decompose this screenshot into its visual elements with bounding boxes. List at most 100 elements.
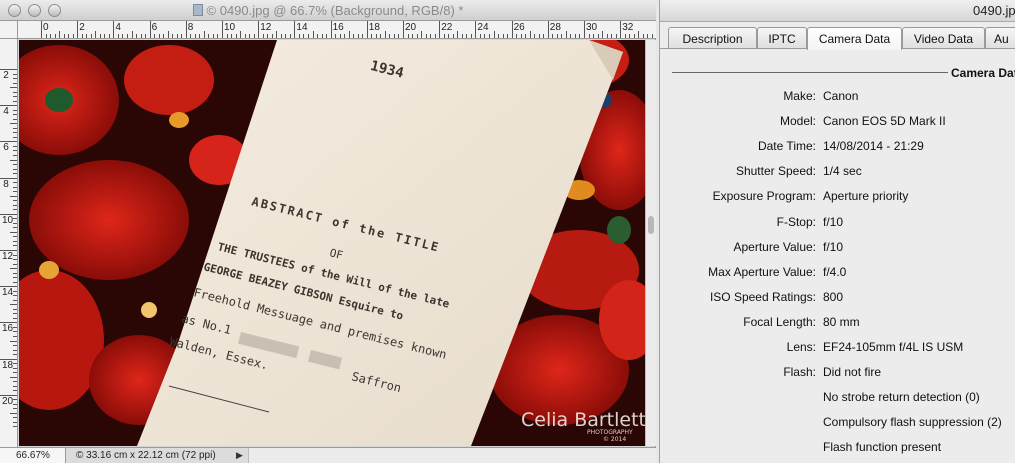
ruler-tick — [181, 34, 183, 38]
ruler-tick — [479, 34, 481, 38]
document-title: © 0490.jpg @ 66.7% (Background, RGB/8) * — [0, 3, 656, 18]
ruler-tick — [176, 34, 178, 38]
ruler-tick — [249, 34, 251, 38]
ruler-origin[interactable] — [0, 21, 18, 39]
field-value[interactable]: Aperture priority — [823, 189, 908, 203]
ruler-tick — [13, 204, 17, 206]
ruler-tick — [72, 34, 74, 38]
ruler-label: 8 — [3, 178, 9, 190]
ruler-tick — [13, 390, 17, 392]
camera-data-row: Model: Canon EOS 5D Mark II — [660, 114, 1015, 132]
field-label: Exposure Program: — [712, 189, 816, 204]
vertical-ruler[interactable]: 2 4 6 8 10 12 14 16 18 20 — [0, 39, 18, 447]
ruler-tick — [68, 34, 70, 38]
field-value[interactable]: f/4.0 — [823, 265, 846, 279]
ruler-tick — [511, 21, 513, 38]
ruler-tick — [624, 34, 626, 38]
field-value[interactable]: 800 — [823, 290, 843, 304]
ruler-tick — [547, 21, 549, 38]
field-value[interactable]: f/10 — [823, 240, 843, 254]
ruler-tick — [13, 254, 17, 256]
ruler-tick — [117, 34, 119, 38]
document-size-info: © 33.16 cm x 22.12 cm (72 ppi) — [76, 450, 216, 461]
ruler-tick — [235, 34, 237, 38]
ruler-label: 16 — [2, 323, 14, 335]
status-menu-arrow-icon[interactable]: ▶ — [236, 450, 243, 461]
ruler-tick — [0, 177, 17, 179]
field-value[interactable]: 1/4 sec — [823, 164, 862, 178]
ruler-tick — [13, 299, 17, 301]
field-value[interactable]: Compulsory flash suppression (2) — [823, 415, 1002, 429]
ruler-tick — [421, 31, 423, 38]
field-value[interactable]: EF24-105mm f/4L IS USM — [823, 340, 963, 354]
ruler-label: 2 — [3, 70, 9, 81]
ruler-tick — [13, 313, 17, 315]
ruler-tick — [384, 31, 386, 38]
ruler-tick — [13, 227, 17, 229]
ruler-tick — [615, 34, 617, 38]
ruler-tick — [13, 331, 17, 333]
field-label: Date Time: — [757, 139, 816, 154]
ruler-tick — [167, 31, 169, 38]
camera-data-row: Focal Length: 80 mm — [660, 315, 1015, 333]
camera-data-row: F-Stop: f/10 — [660, 215, 1015, 233]
ruler-tick — [470, 34, 472, 38]
ruler-tick — [13, 82, 17, 84]
ruler-tick — [633, 34, 635, 38]
ruler-label: 6 — [151, 22, 158, 33]
ruler-tick — [13, 295, 17, 297]
ruler-tick — [13, 218, 17, 220]
document-icon — [192, 4, 203, 16]
field-value[interactable]: 14/08/2014 - 21:29 — [823, 139, 924, 153]
field-value[interactable]: Canon EOS 5D Mark II — [823, 114, 946, 128]
field-value[interactable]: f/10 — [823, 215, 843, 229]
ruler-tick — [13, 245, 17, 247]
ruler-tick — [398, 34, 400, 38]
ruler-label: 4 — [3, 106, 9, 118]
tab-audio-data[interactable]: Au — [985, 27, 1015, 49]
ruler-tick — [13, 209, 17, 211]
field-value[interactable]: No strobe return detection (0) — [823, 390, 980, 404]
ruler-label: 18 — [368, 22, 380, 33]
field-label: Flash: — [783, 365, 816, 380]
ruler-tick — [0, 358, 17, 360]
field-value[interactable]: Did not fire — [823, 365, 881, 379]
ruler-tick — [611, 34, 613, 38]
tab-description[interactable]: Description — [668, 27, 757, 49]
ruler-tick — [407, 34, 409, 38]
zoom-level-field[interactable]: 66.67% — [0, 448, 66, 463]
ruler-tick — [0, 213, 17, 215]
ruler-tick — [502, 34, 504, 38]
ruler-tick — [484, 34, 486, 38]
ruler-tick — [99, 34, 101, 38]
camera-data-row: Max Aperture Value: f/4.0 — [660, 265, 1015, 283]
ruler-tick — [45, 34, 47, 38]
ruler-tick — [452, 34, 454, 38]
tab-camera-data[interactable]: Camera Data — [807, 27, 902, 50]
ruler-label: 12 — [260, 22, 272, 33]
tab-video-data[interactable]: Video Data — [902, 27, 985, 49]
ruler-tick — [280, 34, 282, 38]
ruler-tick — [13, 403, 17, 405]
field-value[interactable]: Flash function present — [823, 440, 941, 454]
tab-iptc[interactable]: IPTC — [757, 27, 807, 49]
ruler-label: 28 — [549, 22, 561, 33]
ruler-tick — [642, 34, 644, 38]
ruler-tick — [13, 109, 17, 111]
ruler-tick — [13, 259, 17, 261]
ruler-label: 16 — [332, 22, 344, 33]
horizontal-scrollbar[interactable] — [248, 448, 656, 463]
horizontal-ruler[interactable]: 0 2 4 6 8 10 12 14 16 18 20 22 24 26 28 30 32 — [18, 21, 656, 39]
photo: 1934 ABSTRACT of the TITLE OF THE TRUSTE… — [19, 40, 645, 446]
ruler-tick — [498, 34, 500, 38]
field-value[interactable]: Canon — [823, 89, 858, 103]
image-canvas[interactable]: 1934 ABSTRACT of the TITLE OF THE TRUSTE… — [19, 40, 645, 446]
field-value[interactable]: 80 mm — [823, 315, 860, 329]
ruler-tick — [194, 34, 196, 38]
ruler-tick — [13, 91, 17, 93]
ruler-tick — [13, 354, 17, 356]
ruler-tick — [10, 123, 17, 125]
ruler-tick — [226, 34, 228, 38]
ruler-tick — [13, 222, 17, 224]
ruler-tick — [534, 34, 536, 38]
